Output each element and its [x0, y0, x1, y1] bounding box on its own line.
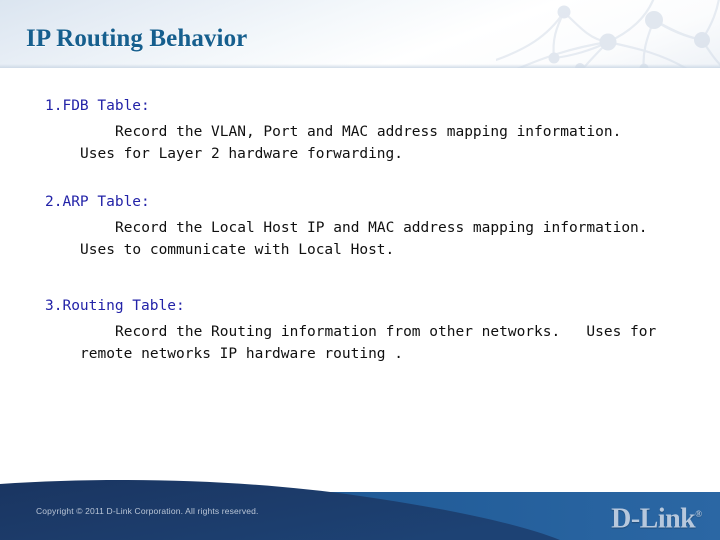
network-nodes-watermark-icon [496, 0, 720, 68]
list-item-line: remote networks IP hardware routing . [80, 346, 404, 362]
slide-body: 1.FDB Table: Record the VLAN, Port and M… [0, 96, 720, 396]
slide-footer: Copyright © 2011 D-Link Corporation. All… [0, 440, 720, 540]
slide-header: IP Routing Behavior [0, 0, 720, 68]
list-item-heading: 1.FDB Table: [45, 98, 150, 114]
list-item-line: Record the Local Host IP and MAC address… [115, 220, 648, 236]
list-item-line: Uses to communicate with Local Host. [80, 242, 395, 258]
list-item-line: Uses for Layer 2 hardware forwarding. [80, 146, 404, 162]
list-item-heading: 2.ARP Table: [45, 194, 150, 210]
dlink-logo: D-Link® [611, 498, 702, 535]
list-item-heading: 3.Routing Table: [45, 298, 185, 314]
page-title: IP Routing Behavior [26, 25, 248, 52]
slide: IP Routing Behavior 1.FDB Table: Record … [0, 0, 720, 540]
list-item-line: Record the Routing information from othe… [115, 324, 657, 340]
registered-trademark-icon: ® [695, 509, 702, 519]
copyright-text: Copyright © 2011 D-Link Corporation. All… [36, 506, 259, 516]
list-item-line: Record the VLAN, Port and MAC address ma… [115, 124, 622, 140]
dlink-logo-text: D-Link [611, 503, 696, 535]
